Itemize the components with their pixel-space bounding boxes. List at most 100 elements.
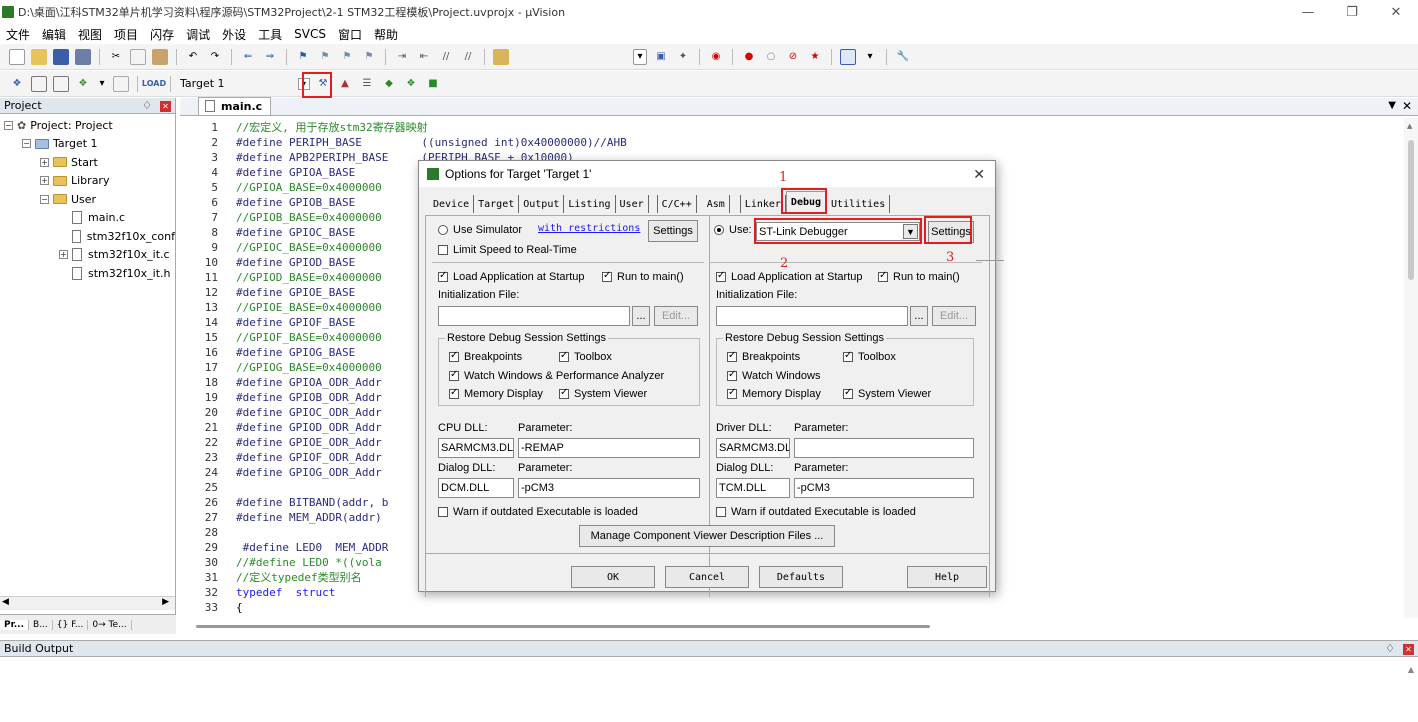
- tab-linker[interactable]: Linker: [739, 195, 786, 213]
- minimize-button[interactable]: —: [1286, 0, 1330, 24]
- manage-project-items-icon[interactable]: ▲: [337, 76, 353, 92]
- menu-edit[interactable]: 编辑: [36, 26, 72, 43]
- unindent-icon[interactable]: ⇤: [416, 49, 432, 65]
- tab-output[interactable]: Output: [519, 195, 565, 213]
- clear-bookmarks-icon[interactable]: ⚑: [361, 49, 377, 65]
- menu-tools[interactable]: 工具: [252, 26, 288, 43]
- build-icon[interactable]: [31, 75, 47, 92]
- tab-asm[interactable]: Asm: [703, 195, 730, 213]
- editor-vscrollbar[interactable]: ▲: [1404, 118, 1418, 618]
- left-memory-checkbox[interactable]: Memory Display: [449, 387, 543, 400]
- tree-group-user[interactable]: − User: [0, 190, 175, 209]
- batch-build-dropdown-icon[interactable]: ▾: [97, 76, 107, 92]
- next-bookmark-icon[interactable]: ⚑: [339, 49, 355, 65]
- cpu-param-input[interactable]: -REMAP: [518, 438, 700, 458]
- right-run-to-main-checkbox[interactable]: Run to main(): [878, 270, 960, 283]
- editor-tab-main[interactable]: main.c: [198, 97, 272, 115]
- rebuild-icon[interactable]: [53, 75, 69, 92]
- left-dialog-param-input[interactable]: -pCM3: [518, 478, 700, 498]
- editor-hscrollbar[interactable]: [196, 622, 1402, 630]
- download-icon[interactable]: LOAD: [142, 76, 166, 92]
- limit-speed-checkbox[interactable]: Limit Speed to Real-Time: [438, 244, 577, 256]
- use-simulator-radio[interactable]: Use Simulator: [438, 224, 522, 236]
- window-layout-dropdown-icon[interactable]: ▾: [862, 49, 878, 65]
- right-edit-button[interactable]: Edit...: [932, 306, 976, 326]
- find-in-files-icon[interactable]: [493, 48, 509, 65]
- undo-icon[interactable]: ↶: [185, 49, 201, 65]
- manage-component-viewer-button[interactable]: Manage Component Viewer Description File…: [579, 525, 835, 547]
- right-init-file-input[interactable]: [716, 306, 908, 326]
- breakpoint-disable-all-icon[interactable]: ⊘: [785, 49, 801, 65]
- prev-bookmark-icon[interactable]: ⚑: [317, 49, 333, 65]
- driver-param-input[interactable]: [794, 438, 974, 458]
- configure-icon[interactable]: 🔧: [895, 49, 911, 65]
- right-warn-checkbox[interactable]: Warn if outdated Executable is loaded: [716, 506, 916, 518]
- collapse-icon[interactable]: −: [22, 139, 31, 149]
- uncomment-icon[interactable]: //: [460, 49, 476, 65]
- menu-flash[interactable]: 闪存: [144, 26, 180, 43]
- tree-group-library[interactable]: + Library: [0, 172, 175, 191]
- right-load-app-checkbox[interactable]: Load Application at Startup: [716, 270, 862, 283]
- ok-button[interactable]: OK: [571, 566, 655, 588]
- left-init-file-browse-button[interactable]: ...: [632, 306, 650, 326]
- left-watch-checkbox[interactable]: Watch Windows & Performance Analyzer: [449, 369, 664, 382]
- save-all-icon[interactable]: [75, 48, 91, 65]
- expand-icon[interactable]: +: [40, 157, 49, 167]
- incremental-find-icon[interactable]: ✦: [675, 49, 691, 65]
- left-run-to-main-checkbox[interactable]: Run to main(): [602, 270, 684, 283]
- menu-project[interactable]: 项目: [108, 26, 144, 43]
- tree-group-start[interactable]: + Start: [0, 153, 175, 172]
- expand-icon[interactable]: +: [40, 176, 49, 186]
- left-load-app-checkbox[interactable]: Load Application at Startup: [438, 270, 584, 283]
- redo-icon[interactable]: ↷: [207, 49, 223, 65]
- tab-project[interactable]: Pr...: [0, 619, 30, 630]
- right-memory-checkbox[interactable]: Memory Display: [727, 387, 821, 400]
- collapse-icon[interactable]: −: [40, 194, 49, 204]
- menu-peripherals[interactable]: 外设: [216, 26, 252, 43]
- left-dialog-dll-input[interactable]: DCM.DLL: [438, 478, 514, 498]
- tab-list-icon[interactable]: ▼: [1388, 100, 1396, 111]
- right-init-file-browse-button[interactable]: ...: [910, 306, 928, 326]
- menu-window[interactable]: 窗口: [332, 26, 368, 43]
- code-line[interactable]: 2 #define PERIPH_BASE ((unsigned int)0x40…: [180, 135, 626, 150]
- manage-multi-project-icon[interactable]: ☰: [359, 76, 375, 92]
- right-toolbox-checkbox[interactable]: Toolbox: [843, 350, 896, 363]
- dialog-close-icon[interactable]: ✕: [973, 166, 985, 183]
- close-panel-icon[interactable]: ✕: [1403, 644, 1414, 655]
- tree-project-root[interactable]: − ✿ Project: Project: [0, 116, 175, 135]
- close-tab-icon[interactable]: ✕: [1402, 99, 1412, 113]
- stop-build-icon[interactable]: [113, 75, 129, 92]
- nav-back-icon[interactable]: ⇐: [240, 49, 256, 65]
- find-icon[interactable]: ▣: [653, 49, 669, 65]
- cpu-dll-input[interactable]: SARMCM3.DLL: [438, 438, 514, 458]
- translate-icon[interactable]: ❖: [9, 76, 25, 92]
- menu-debug[interactable]: 调试: [180, 26, 216, 43]
- pin-icon[interactable]: ♢: [142, 99, 152, 112]
- open-folder-icon[interactable]: [31, 48, 47, 65]
- defaults-button[interactable]: Defaults: [759, 566, 843, 588]
- breakpoint-enable-icon[interactable]: ○: [763, 49, 779, 65]
- collapse-icon[interactable]: −: [4, 120, 13, 130]
- maximize-button[interactable]: ❐: [1330, 0, 1374, 24]
- tree-file-it-c[interactable]: + stm32f10x_it.c: [0, 246, 175, 265]
- right-dialog-dll-input[interactable]: TCM.DLL: [716, 478, 790, 498]
- target-select[interactable]: Target 1 ▾: [176, 75, 312, 93]
- tab-templates[interactable]: 0→ Te...: [88, 619, 132, 630]
- tab-target[interactable]: Target: [474, 195, 520, 213]
- save-icon[interactable]: [53, 48, 69, 65]
- menu-help[interactable]: 帮助: [368, 26, 404, 43]
- help-button[interactable]: Help: [907, 566, 987, 588]
- breakpoint-kill-all-icon[interactable]: ★: [807, 49, 823, 65]
- use-debugger-radio[interactable]: Use:: [714, 224, 752, 236]
- menu-view[interactable]: 视图: [72, 26, 108, 43]
- driver-dll-input[interactable]: SARMCM3.DLL: [716, 438, 790, 458]
- left-init-file-input[interactable]: [438, 306, 630, 326]
- close-window-button[interactable]: ✕: [1374, 0, 1418, 24]
- tab-device[interactable]: Device: [429, 195, 475, 213]
- tab-functions[interactable]: {} F...: [53, 619, 89, 630]
- debug-session-icon[interactable]: ◉: [708, 49, 724, 65]
- code-line[interactable]: 33 {: [180, 600, 627, 615]
- tab-cc[interactable]: C/C++: [656, 195, 697, 213]
- manage-run-time-env-icon[interactable]: ◆: [381, 76, 397, 92]
- menu-svcs[interactable]: SVCS: [288, 27, 332, 41]
